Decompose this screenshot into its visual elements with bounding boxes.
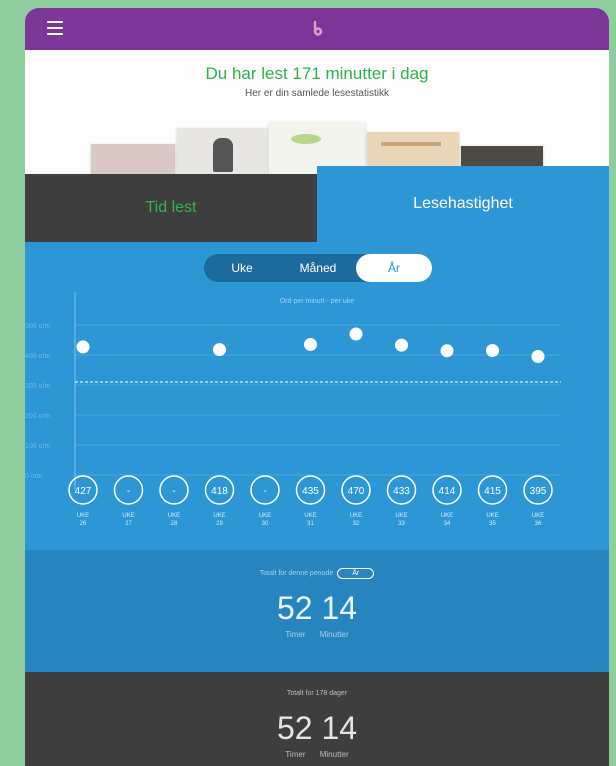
- week-number-label: 33: [398, 521, 405, 527]
- hamburger-icon[interactable]: [47, 21, 63, 35]
- week-label: UKE: [395, 513, 407, 519]
- week-number-label: 35: [489, 521, 496, 527]
- all-units: Timer Minutter: [25, 750, 609, 759]
- week-number-label: 31: [307, 521, 314, 527]
- value-label: 470: [348, 486, 365, 497]
- value-label: 415: [484, 486, 501, 497]
- hero-title: Du har lest 171 minutter i dag: [205, 64, 429, 83]
- week-label: UKE: [486, 513, 498, 519]
- value-label: -: [263, 486, 266, 497]
- value-label: 435: [302, 486, 319, 497]
- hero-subtitle: Her er din samlede lesestatistikk: [245, 88, 389, 99]
- tab-reading-speed[interactable]: Lesehastighet: [317, 166, 609, 242]
- y-tick-label: 500 o/m: [25, 323, 50, 330]
- value-label: 433: [393, 486, 410, 497]
- data-point: [531, 350, 545, 363]
- hero-banner: Du har lest 171 minutter i dag Her er di…: [25, 50, 609, 174]
- top-bar: [25, 8, 609, 50]
- week-label: UKE: [259, 513, 271, 519]
- y-tick-label: 400 o/m: [25, 353, 50, 360]
- week-number-label: 29: [216, 521, 223, 527]
- period-totals-value: 52 14: [25, 590, 609, 627]
- y-tick-label: 300 o/m: [25, 383, 50, 390]
- week-number-label: 32: [353, 521, 360, 527]
- week-number-label: 27: [125, 521, 132, 527]
- all-minutes: 14: [321, 710, 358, 746]
- week-number-label: 26: [80, 521, 87, 527]
- all-totals: Totalt for 178 dager 52 14 Timer Minutte…: [25, 672, 609, 766]
- value-label: -: [172, 486, 175, 497]
- data-point: [213, 343, 226, 357]
- week-label: UKE: [441, 513, 453, 519]
- week-label: UKE: [532, 513, 544, 519]
- week-number-label: 34: [444, 521, 451, 527]
- period-pill-button[interactable]: År: [337, 568, 375, 579]
- data-point: [440, 344, 454, 358]
- y-tick-label: 0 o/m: [25, 473, 43, 480]
- tab-bar: Tid lest Lesehastighet: [25, 166, 609, 242]
- period-totals: Totalt for denne periode År 52 14 Timer …: [25, 550, 609, 672]
- minutes-label: Minutter: [319, 750, 349, 759]
- value-label: 427: [75, 486, 92, 497]
- y-tick-label: 100 o/m: [25, 443, 50, 450]
- chart-panel: Uke Måned År Ord per minutt - per uke 50…: [25, 242, 609, 550]
- bookbites-logo-icon[interactable]: [308, 20, 326, 38]
- minutes-label: Minutter: [319, 630, 349, 639]
- period-minutes: 14: [321, 590, 358, 626]
- week-label: UKE: [350, 513, 362, 519]
- week-label: UKE: [122, 513, 134, 519]
- all-totals-value: 52 14: [25, 710, 609, 747]
- value-label: 414: [439, 486, 456, 497]
- week-label: UKE: [213, 513, 225, 519]
- week-label: UKE: [304, 513, 316, 519]
- period-totals-label: Totalt for denne periode: [259, 570, 334, 577]
- data-point: [76, 340, 90, 354]
- all-hours: 52: [276, 710, 313, 746]
- data-point: [486, 344, 499, 357]
- period-totals-label-row: Totalt for denne periode År: [25, 568, 609, 579]
- period-hours: 52: [276, 590, 313, 626]
- week-number-label: 36: [535, 521, 542, 527]
- week-number-label: 30: [262, 521, 269, 527]
- y-tick-label: 200 o/m: [25, 413, 50, 420]
- week-label: UKE: [168, 513, 180, 519]
- hours-label: Timer: [285, 750, 306, 759]
- week-number-label: 28: [171, 521, 178, 527]
- data-point: [349, 327, 363, 341]
- period-units: Timer Minutter: [25, 630, 609, 639]
- all-totals-label: Totalt for 178 dager: [286, 690, 348, 697]
- reading-speed-chart: 500 o/m 400 o/m 300 o/m 200 o/m 100 o/m 0 o/m…: [25, 292, 561, 527]
- value-label: 395: [530, 486, 547, 497]
- data-point: [395, 338, 408, 352]
- value-label: 418: [211, 486, 228, 497]
- value-label: -: [127, 486, 130, 497]
- data-point: [304, 338, 317, 351]
- app-window: Du har lest 171 minutter i dag Her er di…: [25, 8, 609, 766]
- tab-time-read[interactable]: Tid lest: [25, 174, 317, 242]
- hours-label: Timer: [285, 630, 306, 639]
- week-label: UKE: [77, 513, 89, 519]
